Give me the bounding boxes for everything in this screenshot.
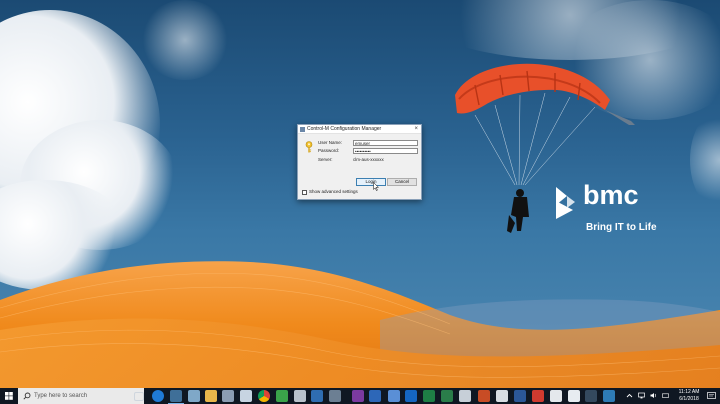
server-label: Server:: [318, 157, 333, 162]
password-field[interactable]: ••••••••••: [353, 148, 418, 154]
app-icon: [300, 127, 305, 132]
taskbar-search-box[interactable]: Type here to search: [18, 388, 144, 404]
app-icon[interactable]: [276, 390, 288, 402]
server-value: clm-aus-xxxxxx: [353, 157, 384, 162]
windows-start-icon[interactable]: [0, 388, 18, 404]
app-icon[interactable]: [550, 390, 562, 402]
bmc-wordmark: bmc: [583, 180, 639, 210]
onenote-icon[interactable]: [352, 390, 364, 402]
outlook-icon[interactable]: [405, 390, 417, 402]
login-button[interactable]: Login: [356, 178, 386, 186]
task-view-icon[interactable]: [134, 392, 144, 401]
app-icon[interactable]: [603, 390, 615, 402]
word-icon[interactable]: [514, 390, 526, 402]
network-icon[interactable]: [638, 392, 645, 399]
powerpoint-icon[interactable]: [478, 390, 490, 402]
app-icon[interactable]: [188, 390, 200, 402]
app-icon[interactable]: [459, 390, 471, 402]
bmc-tagline: Bring IT to Life: [586, 222, 657, 233]
advanced-settings-label: Show advanced settings: [309, 189, 358, 194]
app-icon[interactable]: [294, 390, 306, 402]
dialog-title-bar[interactable]: Control-M Configuration Manager ×: [298, 125, 421, 134]
edge-icon[interactable]: [152, 390, 164, 402]
app-icon[interactable]: [369, 390, 381, 402]
username-label: User Name:: [318, 140, 343, 145]
search-placeholder: Type here to search: [34, 393, 88, 399]
login-dialog: Control-M Configuration Manager × User N…: [297, 124, 422, 200]
app-icon[interactable]: [496, 390, 508, 402]
app-icon[interactable]: [329, 390, 341, 402]
search-icon: [23, 392, 31, 400]
volume-icon[interactable]: [650, 392, 657, 399]
keyboard-icon[interactable]: [662, 392, 669, 399]
dialog-title: Control-M Configuration Manager: [307, 126, 382, 132]
chrome-icon[interactable]: [258, 390, 270, 402]
password-label: Password:: [318, 148, 340, 153]
cancel-button[interactable]: Cancel: [387, 178, 417, 186]
app-icon[interactable]: [311, 390, 323, 402]
clock-date: 6/1/2018: [679, 396, 699, 402]
close-icon[interactable]: ×: [414, 125, 418, 133]
key-icon: [305, 141, 313, 153]
bmc-logo: bmc Bring IT to Life: [553, 180, 663, 238]
app-icon[interactable]: [441, 390, 453, 402]
advanced-settings-checkbox[interactable]: [302, 190, 307, 195]
system-clock[interactable]: 11:12 AM 6/1/2018: [673, 389, 705, 403]
chevron-up-icon[interactable]: [626, 392, 633, 399]
app-icon[interactable]: [222, 390, 234, 402]
app-icon[interactable]: [388, 390, 400, 402]
clock-time: 11:12 AM: [678, 389, 700, 395]
app-icon[interactable]: [240, 390, 252, 402]
app-icon[interactable]: [532, 390, 544, 402]
app-icon[interactable]: [568, 390, 580, 402]
taskbar: Type here to search 11:12 AM 6/1/2018: [0, 388, 720, 404]
notifications-icon[interactable]: [707, 392, 716, 400]
app-icon[interactable]: [585, 390, 597, 402]
file-explorer-icon[interactable]: [205, 390, 217, 402]
mouse-cursor-icon: [373, 182, 379, 191]
control-m-icon[interactable]: [168, 390, 184, 404]
bmc-mark-icon: [556, 187, 575, 219]
username-field[interactable]: emuser: [353, 140, 418, 146]
excel-icon[interactable]: [423, 390, 435, 402]
